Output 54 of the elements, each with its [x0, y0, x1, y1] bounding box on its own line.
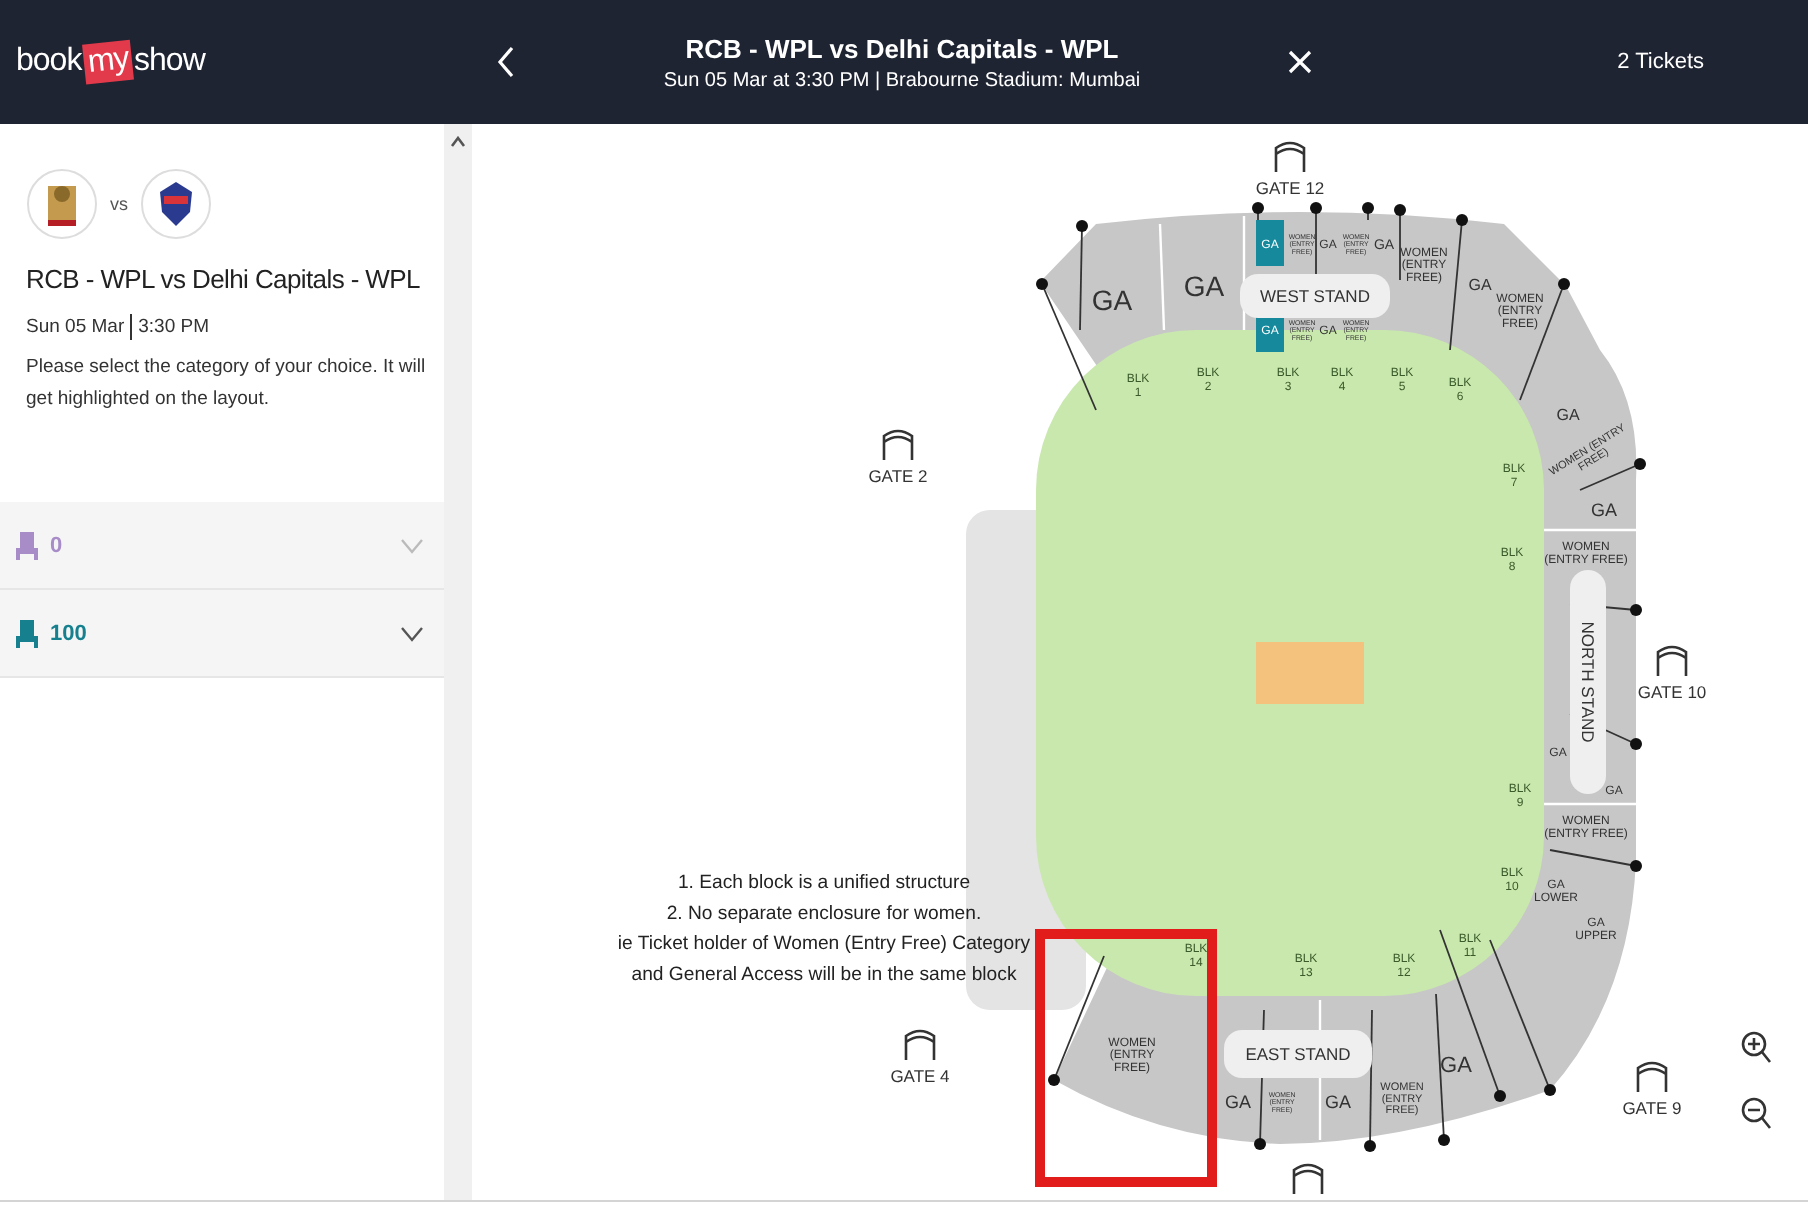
gate-label: GATE 10 [1637, 682, 1707, 702]
gate-icon [904, 1029, 936, 1062]
scrollbar[interactable] [444, 124, 472, 1200]
gate-icon [1292, 1163, 1324, 1196]
section-label: GA [1591, 500, 1617, 521]
close-icon [1288, 50, 1313, 74]
match-time: 3:30 PM [138, 316, 210, 338]
section-label: GA [1091, 283, 1133, 316]
section-label: GA [1468, 275, 1492, 294]
section-divider [1540, 802, 1636, 806]
gate-icon [882, 429, 914, 462]
gate-icon [1636, 1061, 1668, 1094]
stand-name: EAST STAND [1245, 1044, 1351, 1064]
boundary-marker [1449, 214, 1468, 351]
zoom-in-icon[interactable] [1741, 1031, 1772, 1064]
boundary-marker [1549, 849, 1642, 872]
gate-label: GATE 9 [1622, 1098, 1682, 1118]
boundary-marker [1252, 202, 1264, 221]
boundary-marker [1048, 955, 1105, 1086]
team-logo [140, 168, 212, 240]
layout-note: 1. Each block is a unified structure 2. No separate enclosure for women. ie Ticket holder of Women (Entry Free) Category and General Access will be in the same block [617, 872, 1031, 986]
versus-label: vs [110, 194, 128, 214]
seat-section[interactable] [1256, 220, 1284, 266]
section-label: GA [1225, 1092, 1251, 1113]
brand-logo[interactable]: book my show [0, 42, 205, 82]
match-date: Sun 05 Mar [26, 316, 125, 338]
cricket-pitch [1256, 642, 1364, 704]
section-divider [1540, 528, 1636, 532]
chevron-left-icon [495, 46, 516, 78]
gate-label: GATE 2 [868, 466, 928, 486]
instruction-text: Please select the category of your choice. It will get highlighted on the layout. [26, 354, 428, 414]
chevron-down-icon [400, 625, 424, 641]
gate-icon [1656, 645, 1688, 678]
gate-label: GATE 4 [890, 1066, 950, 1086]
match-title: RCB - WPL vs Delhi Capitals - WPL [26, 264, 422, 294]
event-subtitle: Sun 05 Mar at 3:30 PM | Brabourne Stadium: Mumbai [663, 69, 1141, 91]
section-divider [1158, 223, 1166, 331]
category-count: 0 [50, 533, 65, 557]
event-title: RCB - WPL vs Delhi Capitals - WPL [683, 33, 1121, 63]
gate-label: GATE 12 [1255, 178, 1325, 198]
section-label: GA [1556, 405, 1580, 424]
zoom-out-icon[interactable] [1741, 1097, 1772, 1130]
section-label: GA [1183, 269, 1225, 302]
caret-up-icon [450, 136, 466, 148]
category-count: 100 [50, 621, 89, 645]
ticket-count[interactable]: 2 Tickets [1617, 50, 1704, 74]
chevron-down-icon [400, 537, 424, 553]
stand-name: WEST STAND [1260, 286, 1370, 306]
team-logo [26, 168, 98, 240]
stand-name: NORTH STAND [1578, 621, 1598, 743]
section-label: GA [1440, 1053, 1472, 1078]
section-label: GA [1325, 1092, 1351, 1113]
boundary-marker [1362, 202, 1374, 221]
gate-icon [1274, 141, 1306, 174]
